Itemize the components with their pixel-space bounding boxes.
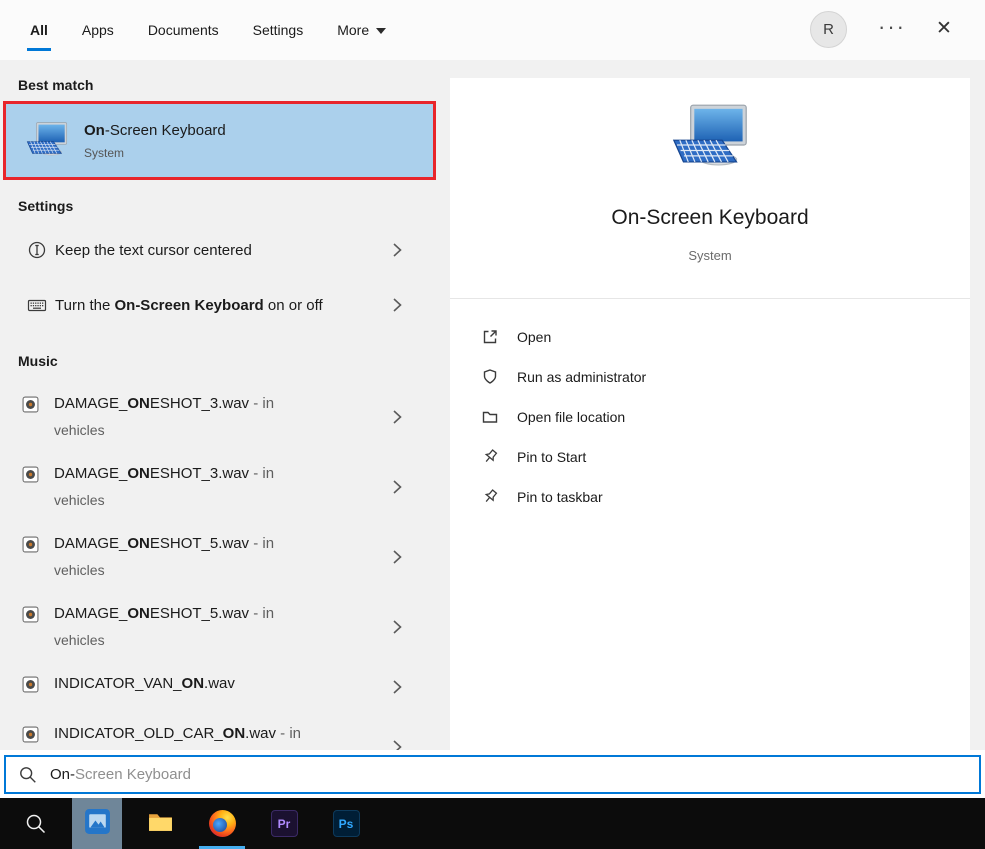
text-cursor-icon [27, 240, 47, 260]
pin-icon [480, 447, 500, 467]
result-title: DAMAGE_ONESHOT_5.wav - in [54, 534, 450, 554]
divider [450, 298, 970, 299]
result-subtitle: vehicles [54, 491, 450, 509]
action-label: Pin to taskbar [517, 489, 603, 505]
search-query-text: On-Screen Keyboard [50, 766, 191, 783]
music-result-item[interactable]: DAMAGE_ONESHOT_3.wav - in vehicles [0, 382, 450, 452]
close-button[interactable]: ✕ [930, 17, 958, 40]
chevron-right-icon[interactable] [392, 679, 403, 695]
windows-search-flyout: All Apps Documents Settings More R ··· ✕… [0, 0, 985, 849]
result-subtitle: vehicles [54, 631, 450, 649]
on-screen-keyboard-icon-large [671, 104, 749, 174]
action-run-as-administrator[interactable]: Run as administrator [450, 357, 970, 397]
settings-result-item[interactable]: Keep the text cursor centered [0, 228, 450, 272]
music-result-item[interactable]: DAMAGE_ONESHOT_5.wav - in vehicles [0, 592, 450, 662]
action-list: Open Run as administrator Open file loca… [450, 317, 970, 517]
photoshop-icon: Ps [333, 810, 360, 837]
music-result-item[interactable]: INDICATOR_VAN_ON.wav [0, 662, 450, 712]
result-subtitle: vehicles [54, 561, 450, 579]
firefox-icon [209, 810, 236, 837]
result-title: DAMAGE_ONESHOT_3.wav - in [54, 394, 450, 414]
tab-all[interactable]: All [30, 22, 48, 38]
music-result-item[interactable]: DAMAGE_ONESHOT_3.wav - in vehicles [0, 452, 450, 522]
chevron-right-icon[interactable] [392, 549, 403, 565]
result-title: Turn the On-Screen Keyboard on or off [55, 294, 367, 317]
premiere-pro-icon: Pr [271, 810, 298, 837]
chevron-down-icon [376, 28, 386, 34]
music-section-header: Music [18, 353, 58, 369]
pin-icon [480, 487, 500, 507]
action-label: Open file location [517, 409, 625, 425]
audio-file-icon [22, 676, 39, 693]
result-title: DAMAGE_ONESHOT_3.wav - in [54, 464, 450, 484]
open-icon [480, 327, 500, 347]
action-label: Pin to Start [517, 449, 586, 465]
best-match-result[interactable]: On-Screen Keyboard System [6, 104, 433, 177]
chevron-right-icon[interactable] [392, 479, 403, 495]
result-subtitle: vehicles [54, 421, 450, 439]
taskbar-file-explorer[interactable] [135, 798, 185, 849]
action-open-file-location[interactable]: Open file location [450, 397, 970, 437]
action-label: Run as administrator [517, 369, 646, 385]
preview-subtitle: System [450, 248, 970, 263]
taskbar-premiere[interactable]: Pr [259, 798, 309, 849]
annotation-red-box: On-Screen Keyboard System [3, 101, 436, 180]
blue-app-icon [84, 808, 111, 840]
music-result-item[interactable]: DAMAGE_ONESHOT_5.wav - in vehicles [0, 522, 450, 592]
music-result-item[interactable]: INDICATOR_OLD_CAR_ON.wav - in vehicles [0, 712, 450, 750]
search-results-panel: Best match [0, 60, 985, 750]
result-title: INDICATOR_OLD_CAR_ON.wav - in [54, 724, 450, 744]
audio-file-icon [22, 536, 39, 553]
audio-file-icon [22, 606, 39, 623]
best-match-title: On-Screen Keyboard [84, 122, 226, 139]
more-options-button[interactable]: ··· [876, 14, 908, 40]
result-title: INDICATOR_VAN_ON.wav [54, 674, 450, 694]
file-explorer-icon [147, 808, 174, 840]
action-pin-to-start[interactable]: Pin to Start [450, 437, 970, 477]
on-screen-keyboard-icon [26, 121, 68, 161]
chevron-right-icon[interactable] [392, 619, 403, 635]
admin-shield-icon [480, 367, 500, 387]
tab-settings[interactable]: Settings [253, 22, 304, 38]
tab-apps[interactable]: Apps [82, 22, 114, 38]
user-avatar[interactable]: R [810, 11, 847, 48]
audio-file-icon [22, 466, 39, 483]
search-icon [19, 766, 37, 784]
folder-icon [480, 407, 500, 427]
chevron-right-icon[interactable] [392, 297, 403, 313]
results-list: Best match [0, 60, 450, 750]
action-pin-to-taskbar[interactable]: Pin to taskbar [450, 477, 970, 517]
preview-title: On-Screen Keyboard [450, 206, 970, 230]
result-title: Keep the text cursor centered [55, 239, 367, 262]
result-title: DAMAGE_ONESHOT_5.wav - in [54, 604, 450, 624]
best-match-type: System [84, 146, 226, 160]
action-open[interactable]: Open [450, 317, 970, 357]
tab-more[interactable]: More [337, 22, 386, 38]
search-tab-bar: All Apps Documents Settings More R ··· ✕ [0, 0, 985, 60]
search-input[interactable]: On-Screen Keyboard [4, 755, 981, 794]
chevron-right-icon[interactable] [392, 739, 403, 750]
tab-more-label: More [337, 22, 369, 38]
settings-section-header: Settings [18, 198, 73, 214]
preview-pane: On-Screen Keyboard System Open Run as ad… [450, 78, 970, 750]
chevron-right-icon[interactable] [392, 409, 403, 425]
taskbar-app-blue[interactable] [72, 798, 122, 849]
taskbar-search-button[interactable] [0, 798, 72, 849]
chevron-right-icon[interactable] [392, 242, 403, 258]
action-label: Open [517, 329, 551, 345]
taskbar-photoshop[interactable]: Ps [321, 798, 371, 849]
tab-documents[interactable]: Documents [148, 22, 219, 38]
taskbar-firefox[interactable] [197, 798, 247, 849]
audio-file-icon [22, 396, 39, 413]
best-match-header: Best match [18, 77, 93, 93]
audio-file-icon [22, 726, 39, 743]
keyboard-icon [27, 295, 47, 315]
taskbar: Pr Ps [0, 798, 985, 849]
settings-result-item[interactable]: Turn the On-Screen Keyboard on or off [0, 272, 450, 338]
